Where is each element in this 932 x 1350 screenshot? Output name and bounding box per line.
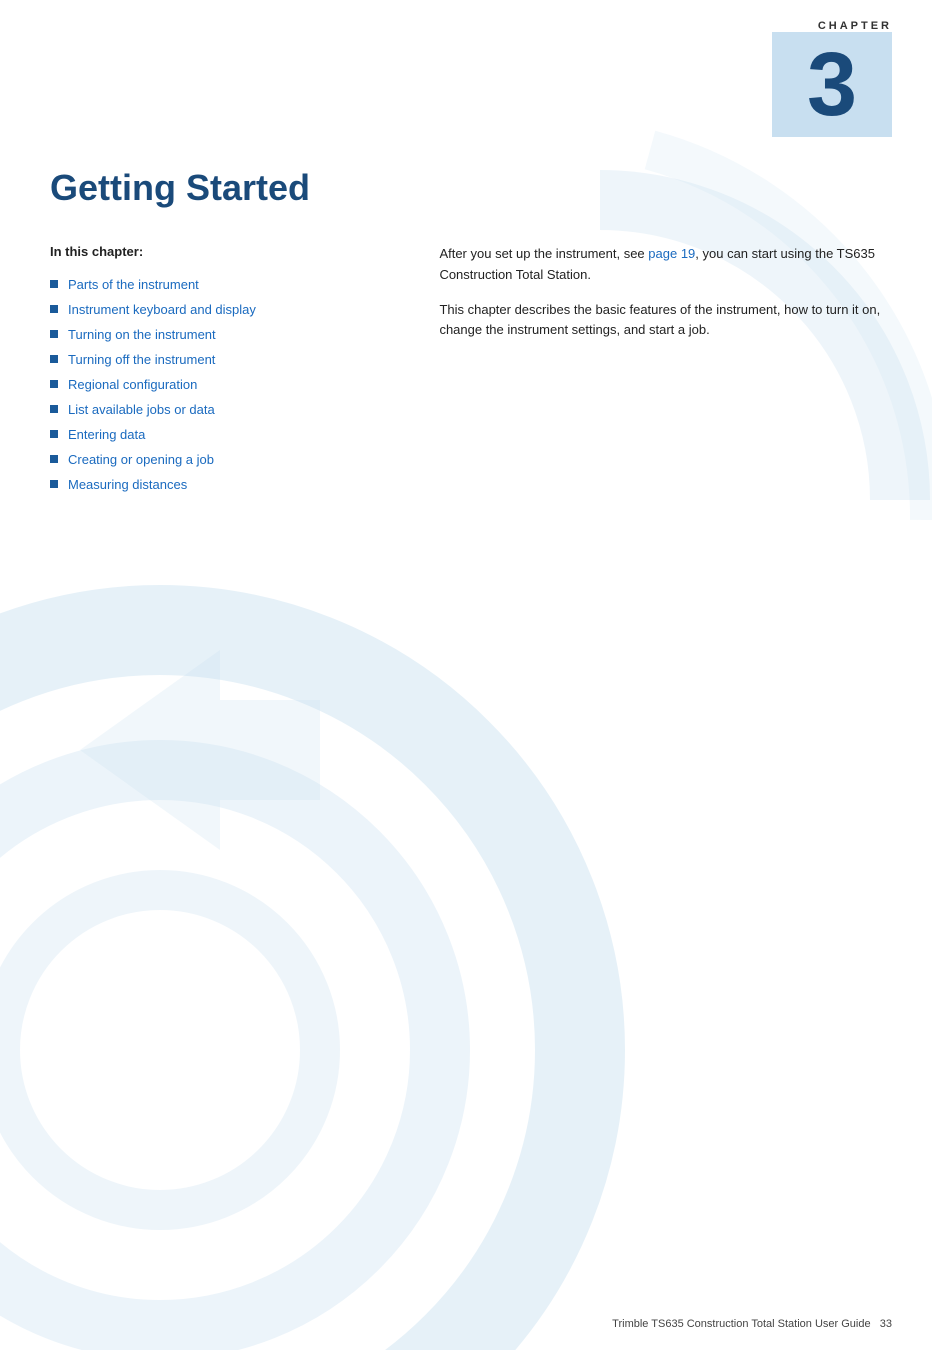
chapter-number-box: 3 — [772, 32, 892, 137]
page-number: 33 — [880, 1318, 892, 1330]
bullet-icon — [50, 455, 58, 463]
left-column: In this chapter: Parts of the instrument… — [50, 244, 399, 502]
chapter-header: CHAPTER 3 — [0, 0, 932, 137]
creating-link[interactable]: Creating or opening a job — [68, 452, 214, 467]
bullet-icon — [50, 305, 58, 313]
list-item: Measuring distances — [50, 477, 399, 492]
chapter-number: 3 — [807, 40, 857, 130]
measuring-link[interactable]: Measuring distances — [68, 477, 187, 492]
chapter-label: CHAPTER — [818, 20, 892, 32]
bullet-icon — [50, 380, 58, 388]
right-column: After you set up the instrument, see pag… — [439, 244, 882, 502]
regional-link[interactable]: Regional configuration — [68, 377, 197, 392]
footer-text: Trimble TS635 Construction Total Station… — [612, 1318, 870, 1330]
entering-link[interactable]: Entering data — [68, 427, 145, 442]
two-column-layout: In this chapter: Parts of the instrument… — [50, 244, 882, 502]
bullet-icon — [50, 430, 58, 438]
list-item: Turning off the instrument — [50, 352, 399, 367]
parts-link[interactable]: Parts of the instrument — [68, 277, 199, 292]
intro-p1-before-link: After you set up the instrument, see — [439, 246, 648, 261]
bullet-icon — [50, 280, 58, 288]
bullet-icon — [50, 355, 58, 363]
list-item: Instrument keyboard and display — [50, 302, 399, 317]
bullet-icon — [50, 330, 58, 338]
chapter-list: Parts of the instrument Instrument keybo… — [50, 277, 399, 492]
keyboard-link[interactable]: Instrument keyboard and display — [68, 302, 256, 317]
turning-on-link[interactable]: Turning on the instrument — [68, 327, 216, 342]
list-item: List available jobs or data — [50, 402, 399, 417]
list-item: Turning on the instrument — [50, 327, 399, 342]
turning-off-link[interactable]: Turning off the instrument — [68, 352, 215, 367]
bullet-icon — [50, 480, 58, 488]
list-item: Regional configuration — [50, 377, 399, 392]
bullet-icon — [50, 405, 58, 413]
list-jobs-link[interactable]: List available jobs or data — [68, 402, 215, 417]
page-title: Getting Started — [50, 167, 882, 209]
in-this-chapter-heading: In this chapter: — [50, 244, 399, 259]
list-item: Creating or opening a job — [50, 452, 399, 467]
list-item: Parts of the instrument — [50, 277, 399, 292]
main-content: Getting Started In this chapter: Parts o… — [0, 137, 932, 552]
intro-paragraph-2: This chapter describes the basic feature… — [439, 300, 882, 342]
page-footer: Trimble TS635 Construction Total Station… — [612, 1318, 892, 1330]
page19-link[interactable]: page 19 — [648, 246, 695, 261]
intro-paragraph-1: After you set up the instrument, see pag… — [439, 244, 882, 286]
list-item: Entering data — [50, 427, 399, 442]
